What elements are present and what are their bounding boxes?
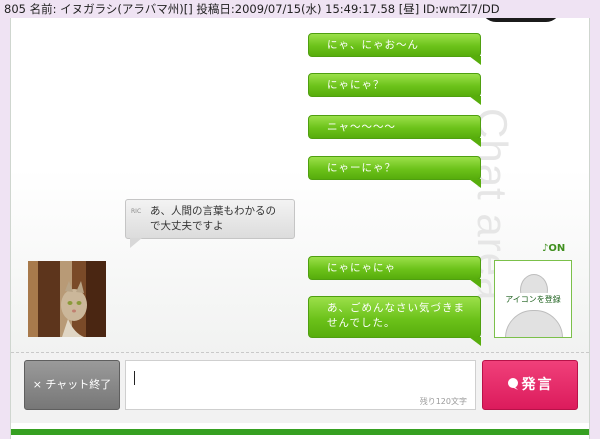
speech-icon (507, 378, 518, 390)
chat-window: Chat area にゃ、にゃお～ん にゃにゃ？ ニャ～～～～ にゃーにゃ？ R… (10, 18, 590, 439)
send-button-label: 発言 (521, 377, 554, 393)
top-decoration (481, 18, 561, 22)
incoming-message-text: あ、人間の言葉もわかるので大丈夫ですよ (150, 205, 276, 232)
text-caret (134, 371, 135, 385)
avatar-upload[interactable]: アイコンを登録 (494, 260, 572, 338)
post-header: 805 名前: イヌガラシ(アラバマ州)[] 投稿日:2009/07/15(水)… (4, 2, 500, 16)
outgoing-message: にゃにゃにゃ (308, 256, 481, 288)
end-chat-button[interactable]: × チャット終了 (24, 360, 120, 410)
footer-accent-line (11, 429, 589, 435)
message-input[interactable]: 残り120文字 (125, 360, 476, 410)
remaining-chars: 残り120文字 (419, 397, 467, 406)
send-button[interactable]: 発言 (482, 360, 578, 410)
outgoing-message: にゃーにゃ？ (308, 156, 481, 188)
register-icon-label: アイコンを登録 (499, 293, 567, 307)
outgoing-message: にゃにゃ？ (308, 73, 481, 105)
outgoing-message: にゃ、にゃお～ん (308, 33, 481, 65)
outgoing-message: あ、ごめんなさい気づきませんでした。 (308, 296, 481, 346)
incoming-message: RIC あ、人間の言葉もわかるので大丈夫ですよ (125, 199, 295, 248)
cat-photo (28, 261, 106, 337)
sender-tag: RIC (131, 208, 142, 215)
outgoing-message: ニャ～～～～ (308, 115, 481, 147)
sound-on-toggle[interactable]: ♪ON (542, 243, 565, 254)
chat-area-watermark: Chat area (469, 108, 516, 302)
